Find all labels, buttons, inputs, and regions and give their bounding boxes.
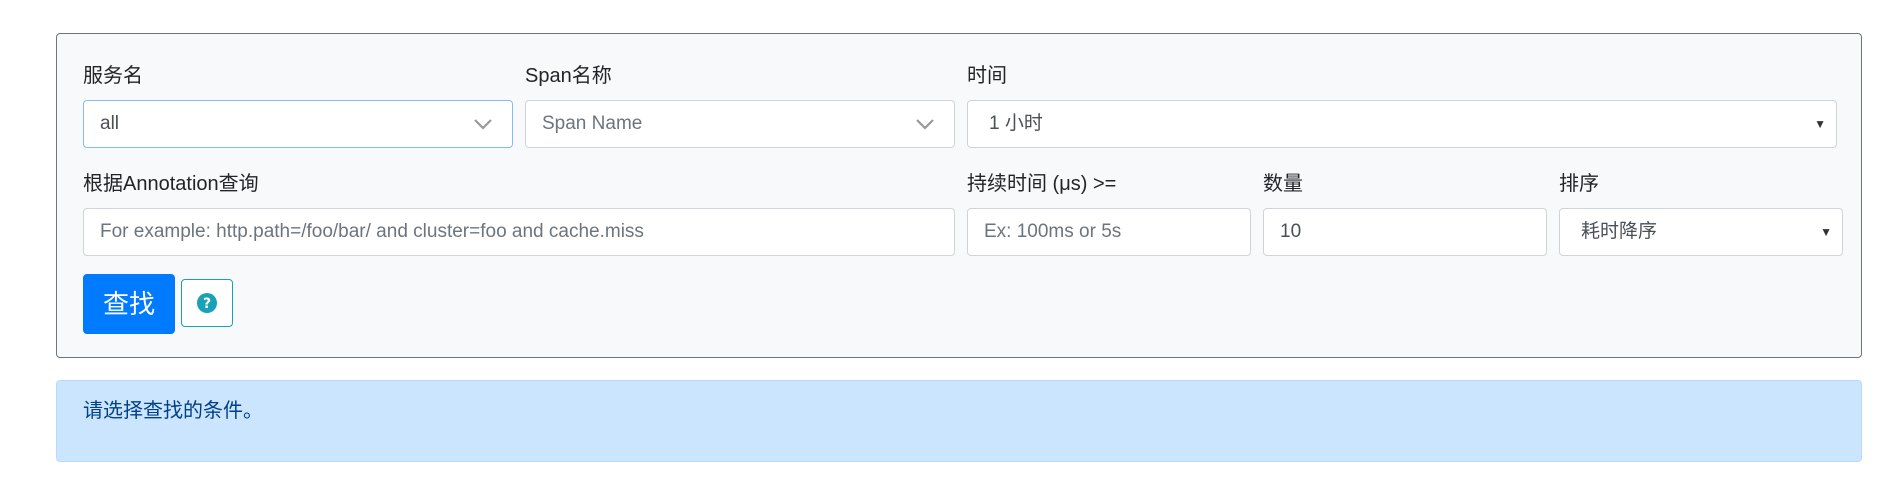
caret-down-icon: ▼ (1814, 117, 1826, 131)
limit-field[interactable]: 10 (1263, 208, 1547, 256)
span-name-label: Span名称 (525, 65, 612, 87)
svg-text:?: ? (203, 296, 211, 312)
time-label: 时间 (967, 65, 1007, 87)
annotation-query-input[interactable] (100, 210, 934, 254)
annotation-query-field[interactable] (83, 208, 955, 256)
info-alert-text: 请选择查找的条件。 (83, 400, 263, 422)
sort-select[interactable]: 耗时降序 ▼ (1559, 208, 1843, 256)
span-name-select[interactable] (525, 100, 955, 148)
time-value: 1 小时 (989, 113, 1043, 134)
time-select[interactable]: 1 小时 ▼ (967, 100, 1837, 148)
search-button[interactable]: 查找 (83, 274, 175, 334)
annotation-query-label: 根据Annotation查询 (83, 173, 259, 195)
sort-label: 排序 (1559, 173, 1599, 195)
info-alert: 请选择查找的条件。 (56, 380, 1862, 462)
span-name-input[interactable] (542, 102, 934, 146)
caret-down-icon: ▼ (1820, 225, 1832, 239)
search-panel: 服务名 all Span名称 时间 1 小时 ▼ 根据Annotation查询 … (56, 33, 1862, 358)
service-name-select[interactable]: all (83, 100, 513, 148)
limit-value: 10 (1280, 221, 1302, 242)
limit-label: 数量 (1263, 173, 1303, 195)
min-duration-field[interactable] (967, 208, 1251, 256)
sort-value: 耗时降序 (1581, 221, 1658, 242)
chevron-down-icon (474, 119, 492, 130)
help-button[interactable]: ? (181, 279, 233, 327)
service-name-value: all (100, 113, 120, 134)
question-circle-icon: ? (197, 293, 217, 313)
min-duration-label: 持续时间 (μs) >= (967, 173, 1117, 195)
service-name-label: 服务名 (83, 65, 143, 87)
min-duration-input[interactable] (984, 210, 1230, 254)
chevron-down-icon (916, 119, 934, 130)
